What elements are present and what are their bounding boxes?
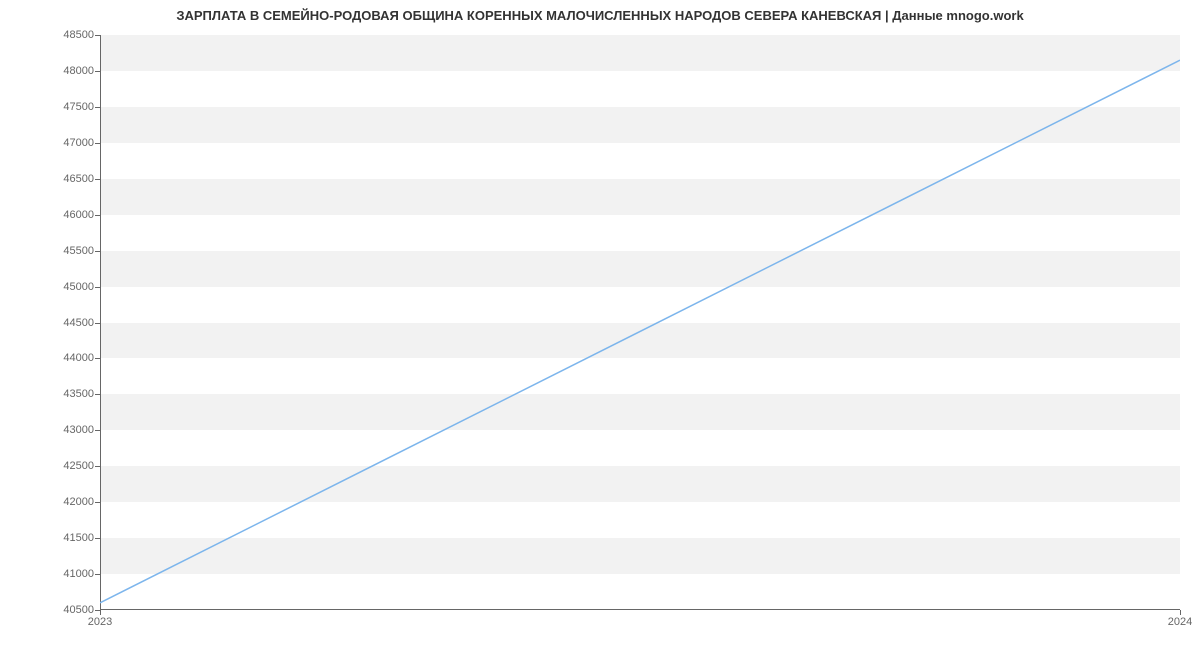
line-chart: ЗАРПЛАТА В СЕМЕЙНО-РОДОВАЯ ОБЩИНА КОРЕНН…: [0, 0, 1200, 650]
y-tick-label: 43000: [4, 424, 94, 436]
y-tick-label: 41000: [4, 568, 94, 580]
y-tick-mark: [95, 143, 100, 144]
plot-area: [100, 35, 1180, 610]
y-tick-mark: [95, 107, 100, 108]
y-tick-mark: [95, 215, 100, 216]
x-tick-mark: [1180, 610, 1181, 615]
y-tick-label: 48500: [4, 29, 94, 41]
y-tick-label: 40500: [4, 604, 94, 616]
y-tick-label: 46500: [4, 173, 94, 185]
y-tick-label: 47500: [4, 101, 94, 113]
y-tick-label: 42500: [4, 460, 94, 472]
y-tick-label: 43500: [4, 388, 94, 400]
y-tick-mark: [95, 466, 100, 467]
y-tick-mark: [95, 71, 100, 72]
y-tick-mark: [95, 502, 100, 503]
y-tick-mark: [95, 574, 100, 575]
y-tick-label: 44000: [4, 352, 94, 364]
y-tick-label: 42000: [4, 496, 94, 508]
y-tick-mark: [95, 179, 100, 180]
chart-title: ЗАРПЛАТА В СЕМЕЙНО-РОДОВАЯ ОБЩИНА КОРЕНН…: [0, 8, 1200, 23]
x-tick-mark: [100, 610, 101, 615]
y-tick-mark: [95, 323, 100, 324]
y-tick-label: 47000: [4, 137, 94, 149]
data-line: [100, 35, 1180, 610]
y-tick-label: 44500: [4, 317, 94, 329]
x-tick-label: 2023: [88, 616, 112, 628]
y-tick-mark: [95, 287, 100, 288]
y-tick-label: 45500: [4, 245, 94, 257]
y-tick-mark: [95, 35, 100, 36]
y-tick-mark: [95, 430, 100, 431]
x-tick-label: 2024: [1168, 616, 1192, 628]
y-tick-label: 48000: [4, 65, 94, 77]
y-tick-label: 41500: [4, 532, 94, 544]
y-tick-mark: [95, 358, 100, 359]
y-tick-mark: [95, 251, 100, 252]
y-tick-label: 46000: [4, 209, 94, 221]
y-tick-label: 45000: [4, 281, 94, 293]
y-tick-mark: [95, 394, 100, 395]
y-tick-mark: [95, 538, 100, 539]
